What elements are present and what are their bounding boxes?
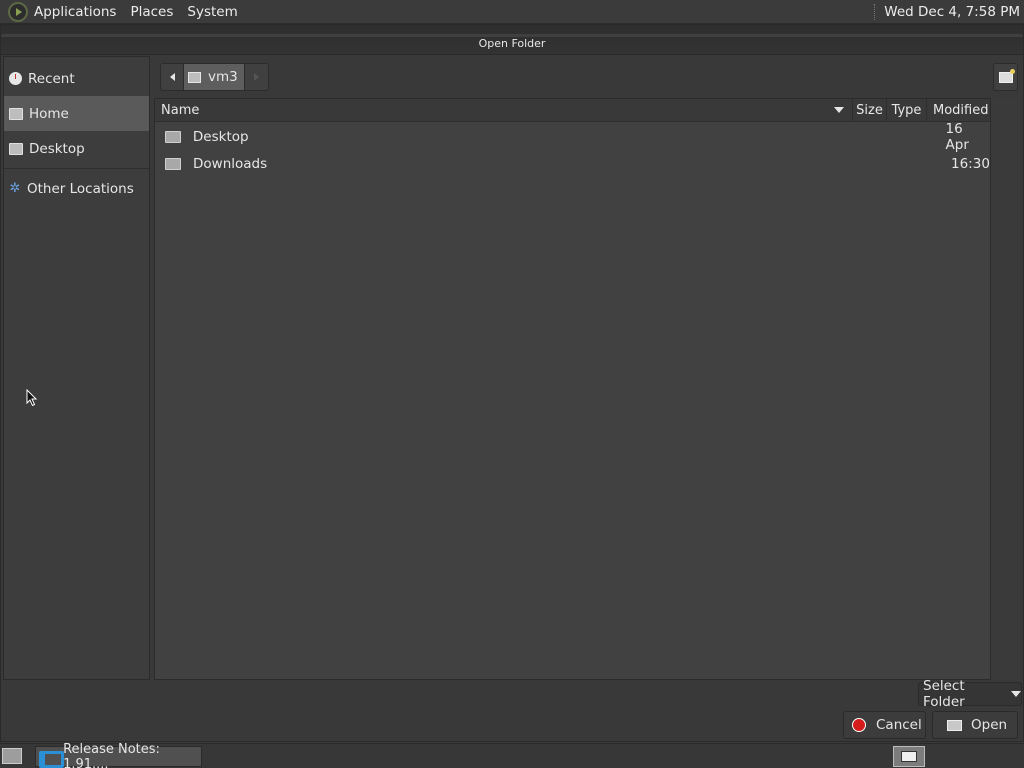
scroll-area — [991, 98, 1021, 680]
column-header-modified[interactable]: Modified — [927, 99, 990, 121]
file-modified: 16 Apr — [945, 120, 969, 153]
file-name: Desktop — [192, 128, 249, 145]
home-folder-icon — [188, 71, 201, 83]
applications-menu[interactable]: Applications — [0, 0, 123, 24]
open-button-label: Open — [971, 717, 1008, 733]
mouse-cursor-icon — [26, 389, 38, 407]
places-menu[interactable]: Places — [123, 0, 180, 24]
file-filter-select[interactable]: Select Folder — [918, 678, 1022, 710]
column-header-type[interactable]: Type — [887, 99, 927, 121]
folder-icon — [165, 130, 181, 143]
new-folder-icon — [998, 68, 1015, 83]
path-crumb-label: vm3 — [208, 69, 238, 85]
chevron-down-icon — [1011, 691, 1021, 697]
create-folder-button[interactable] — [993, 63, 1018, 91]
workspace-switcher[interactable] — [893, 746, 925, 767]
dialog-title: Open Folder — [478, 37, 546, 50]
places-sidebar: Recent Home Desktop ✲ Other Locations — [3, 56, 150, 680]
sidebar-item-recent[interactable]: Recent — [4, 61, 149, 96]
column-header-size[interactable]: Size — [853, 99, 887, 121]
desktop-folder-icon — [9, 142, 23, 155]
taskbar-window-button[interactable]: Release Notes: 1.91.... — [35, 742, 202, 768]
column-header-name-label: Name — [161, 102, 200, 118]
top-panel: Applications Places System Wed Dec 4, 7:… — [0, 0, 1024, 24]
file-list-header: Name Size Type Modified — [155, 99, 990, 122]
open-folder-icon — [947, 719, 962, 731]
sort-descending-icon — [834, 107, 844, 113]
path-bar: vm3 — [160, 63, 269, 93]
taskbar-window-label: Release Notes: 1.91.... — [63, 741, 160, 768]
file-filter-value: Select Folder — [923, 678, 965, 710]
sidebar-item-label: Other Locations — [27, 180, 134, 197]
distro-logo-icon — [8, 1, 28, 22]
path-back-button[interactable] — [160, 63, 184, 91]
path-crumb-current[interactable]: vm3 — [184, 63, 245, 91]
sidebar-item-other-locations[interactable]: ✲ Other Locations — [4, 171, 149, 206]
cancel-button-label: Cancel — [876, 717, 922, 733]
system-menu[interactable]: System — [180, 0, 244, 24]
sidebar-item-home[interactable]: Home — [4, 96, 149, 131]
cancel-icon — [852, 718, 866, 732]
open-button[interactable]: Open — [932, 711, 1018, 739]
recent-clock-icon — [9, 72, 22, 85]
sidebar-item-desktop[interactable]: Desktop — [4, 131, 149, 166]
open-folder-dialog: Open Folder Recent Home Desktop ✲ Other … — [0, 24, 1024, 742]
sidebar-separator — [4, 168, 149, 169]
show-desktop-icon[interactable] — [2, 748, 22, 764]
bottom-taskbar: Release Notes: 1.91.... — [0, 742, 1024, 768]
file-modified: 16:30 — [951, 155, 990, 172]
table-row[interactable]: Desktop 16 Apr — [155, 120, 990, 153]
cancel-button[interactable]: Cancel — [843, 711, 926, 739]
sidebar-item-label: Recent — [28, 70, 75, 87]
clock[interactable]: Wed Dec 4, 7:58 PM — [884, 4, 1024, 20]
path-forward-button[interactable] — [244, 63, 269, 91]
column-header-name[interactable]: Name — [155, 99, 853, 121]
dialog-titlebar[interactable]: Open Folder — [1, 25, 1023, 55]
home-folder-icon — [9, 107, 23, 120]
sidebar-item-label: Home — [29, 105, 69, 122]
table-row[interactable]: Downloads 16:30 — [155, 150, 990, 177]
sidebar-item-label: Desktop — [29, 140, 85, 157]
panel-handle[interactable] — [874, 3, 878, 20]
file-list[interactable]: Name Size Type Modified Desktop 16 Apr D… — [154, 98, 991, 680]
network-icon: ✲ — [9, 180, 21, 196]
folder-icon — [165, 157, 181, 170]
applications-menu-label: Applications — [34, 3, 117, 20]
vscode-icon — [39, 749, 65, 768]
file-name: Downloads — [193, 155, 268, 172]
